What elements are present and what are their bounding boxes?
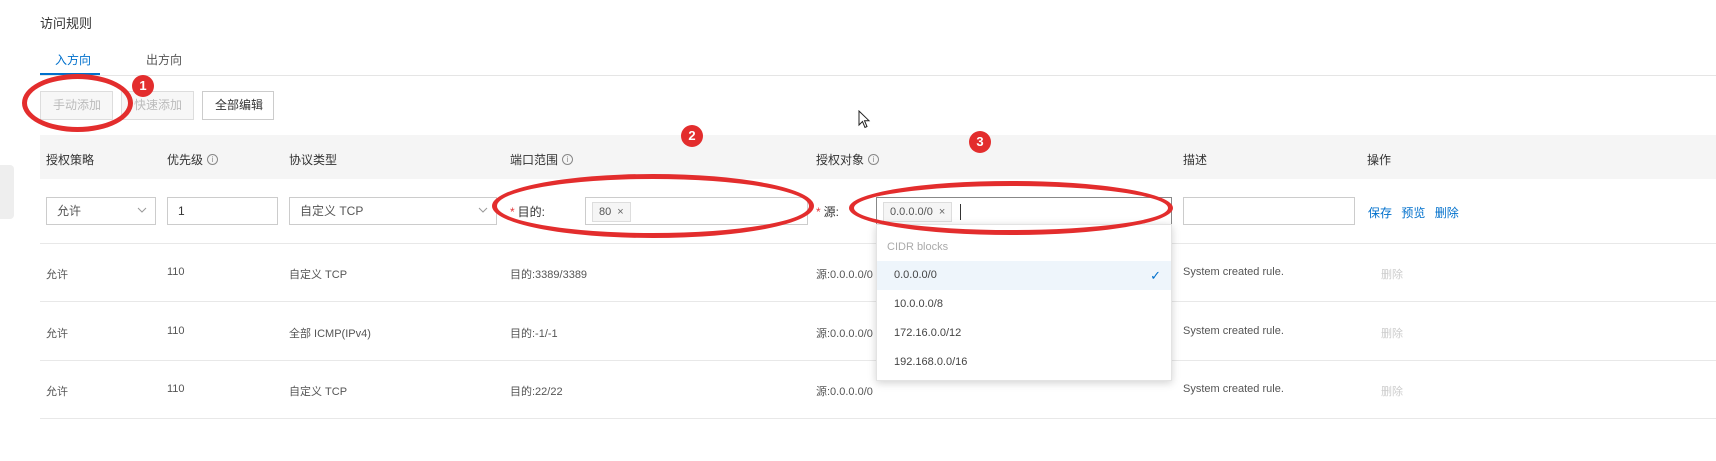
dropdown-option-10-0-0-0[interactable]: 10.0.0.0/8 <box>877 290 1171 319</box>
table-row-3-description: System created rule. <box>1183 383 1284 395</box>
preview-link[interactable]: 预览 <box>1401 206 1425 220</box>
table-row-2-source: 源:0.0.0.0/0 <box>816 328 873 340</box>
annotation-ellipse-2 <box>492 174 814 238</box>
table-row-2-description: System created rule. <box>1183 325 1284 337</box>
column-header-actions: 操作 <box>1367 153 1392 167</box>
tabs-divider <box>40 75 1716 76</box>
table-row-3-protocol: 自定义 TCP <box>289 386 348 398</box>
mouse-pointer-icon <box>858 110 871 129</box>
annotation-ellipse-3 <box>849 181 1173 235</box>
edit-all-button[interactable]: 全部编辑 <box>202 91 274 120</box>
column-header-description: 描述 <box>1183 153 1208 167</box>
table-row-3-delete-link[interactable]: 删除 <box>1381 383 1403 399</box>
protocol-select-value: 自定义 TCP <box>300 204 364 218</box>
tab-inbound[interactable]: 入方向 <box>55 51 91 68</box>
chevron-down-icon <box>137 207 147 213</box>
info-icon[interactable]: i <box>868 154 880 165</box>
column-header-priority: 优先级 i <box>167 151 219 168</box>
dropdown-group-header: CIDR blocks <box>887 241 949 253</box>
page-title: 访问规则 <box>40 16 93 31</box>
column-header-auth-object: 授权对象 i <box>816 151 880 168</box>
save-link[interactable]: 保存 <box>1368 206 1392 220</box>
policy-select[interactable]: 允许 <box>46 197 156 225</box>
table-row-1-protocol: 自定义 TCP <box>289 269 348 281</box>
table-row-3-port: 目的:22/22 <box>510 386 563 398</box>
annotation-ellipse-1 <box>22 74 133 132</box>
table-row-1-policy: 允许 <box>46 269 68 281</box>
priority-input[interactable]: 1 <box>167 197 278 225</box>
table-row-1-delete-link[interactable]: 删除 <box>1381 266 1403 282</box>
dropdown-option-192-168-0-0[interactable]: 192.168.0.0/16 <box>877 348 1171 377</box>
table-row-3-source: 源:0.0.0.0/0 <box>816 386 873 398</box>
table-row-2-policy: 允许 <box>46 328 68 340</box>
sidebar-collapse-handle[interactable] <box>0 165 14 219</box>
chevron-down-icon <box>478 207 488 213</box>
dropdown-option-172-16-0-0[interactable]: 172.16.0.0/12 <box>877 319 1171 348</box>
source-label: * 源: <box>816 205 840 219</box>
column-header-protocol: 协议类型 <box>289 153 338 167</box>
table-row-2-protocol: 全部 ICMP(IPv4) <box>289 328 371 340</box>
annotation-marker-1: 1 <box>132 75 154 97</box>
table-row-3-policy: 允许 <box>46 386 68 398</box>
table-row-2-delete-link[interactable]: 删除 <box>1381 325 1403 341</box>
column-header-policy: 授权策略 <box>46 153 95 167</box>
table-row-2-port: 目的:-1/-1 <box>510 328 558 340</box>
table-row-3-priority: 110 <box>167 383 185 395</box>
column-header-port-range: 端口范围 i <box>510 151 574 168</box>
dropdown-option-0-0-0-0[interactable]: 0.0.0.0/0 ✓ <box>877 261 1171 290</box>
annotation-marker-3: 3 <box>969 131 991 153</box>
check-icon: ✓ <box>1150 268 1161 283</box>
cidr-dropdown: CIDR blocks 0.0.0.0/0 ✓ 10.0.0.0/8 172.1… <box>876 224 1172 381</box>
table-row-1-description: System created rule. <box>1183 266 1284 278</box>
policy-select-value: 允许 <box>57 204 82 218</box>
table-row-1-port: 目的:3389/3389 <box>510 269 588 281</box>
row-divider <box>40 418 1716 419</box>
table-row-2-priority: 110 <box>167 325 185 337</box>
description-input[interactable] <box>1183 197 1355 225</box>
info-icon[interactable]: i <box>207 154 219 165</box>
annotation-marker-2: 2 <box>681 125 703 147</box>
table-row-1-source: 源:0.0.0.0/0 <box>816 269 873 281</box>
table-row-1-priority: 110 <box>167 266 185 278</box>
protocol-select[interactable]: 自定义 TCP <box>289 197 497 225</box>
delete-link[interactable]: 删除 <box>1435 206 1459 220</box>
info-icon[interactable]: i <box>562 154 574 165</box>
row-actions: 保存 预览 删除 <box>1368 204 1459 221</box>
tab-outbound[interactable]: 出方向 <box>146 51 182 68</box>
